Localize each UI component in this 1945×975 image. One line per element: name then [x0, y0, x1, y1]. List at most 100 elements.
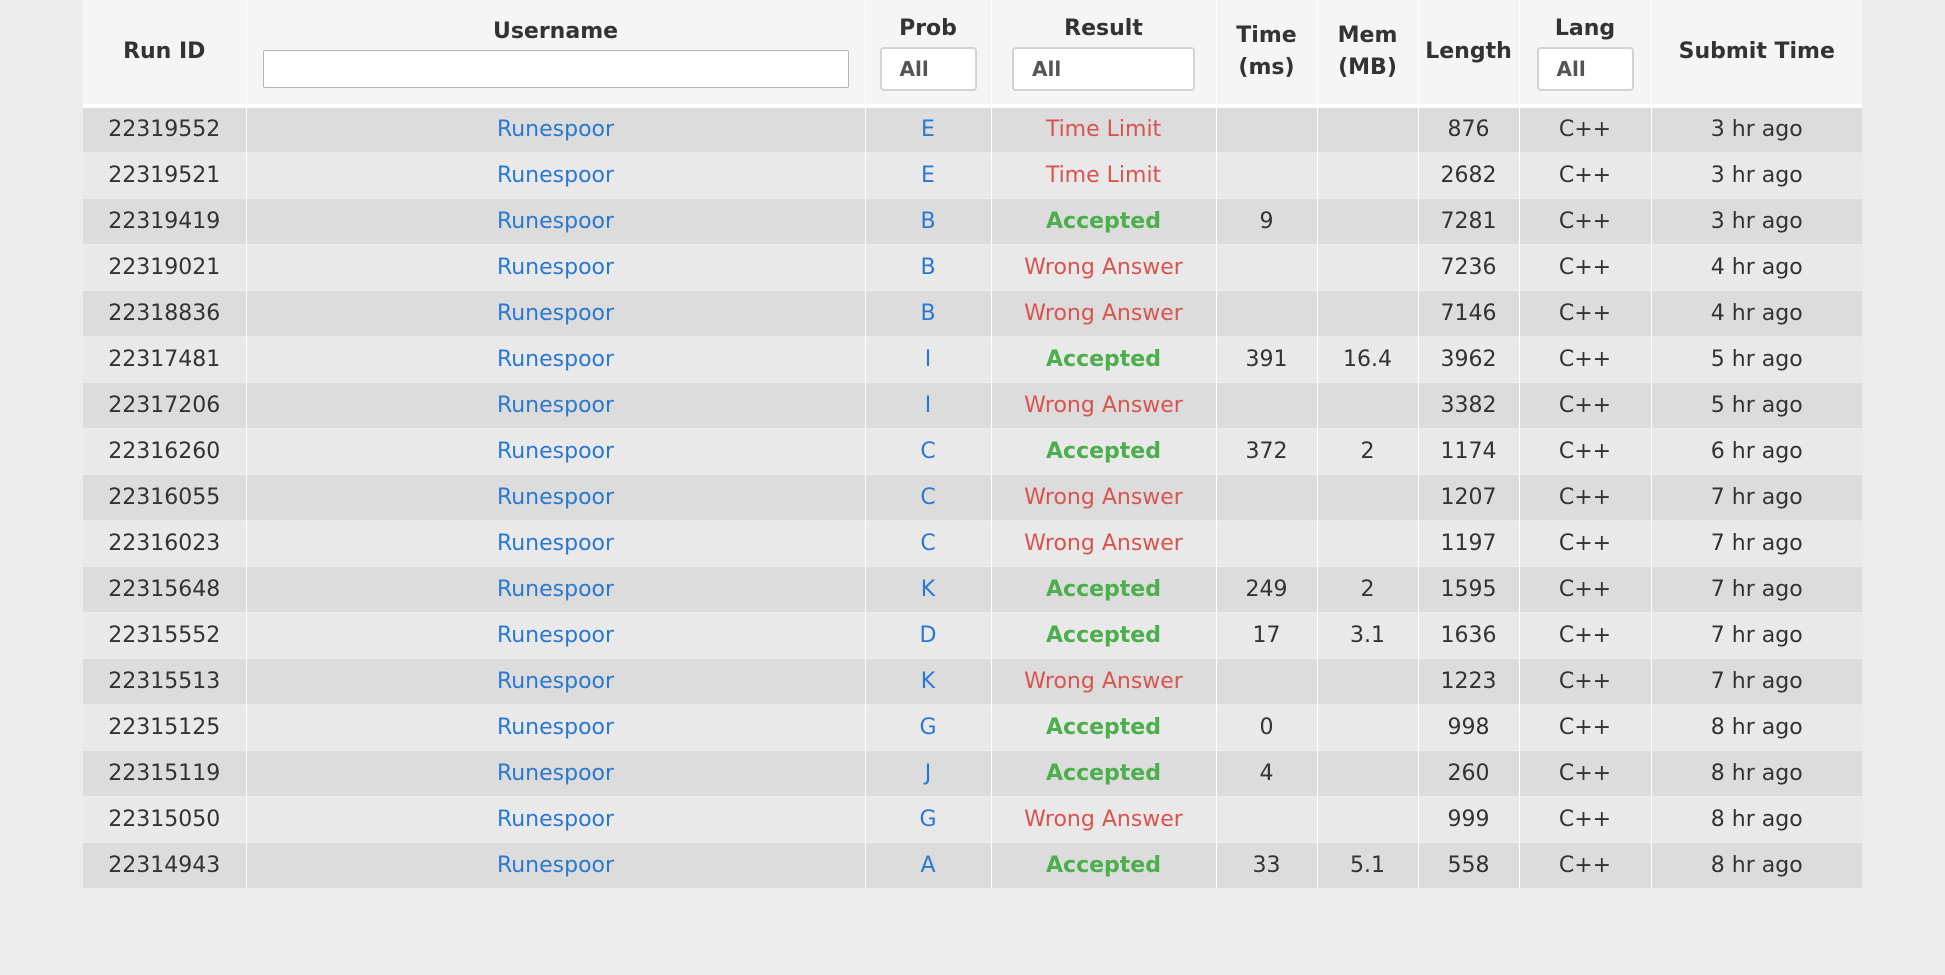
time-cell: 372	[1216, 428, 1318, 474]
lang-cell: C++	[1519, 382, 1652, 428]
problem-link[interactable]: E	[921, 117, 935, 142]
table-row: 22319521 Runespoor E Time Limit 2682 C++…	[83, 152, 1862, 198]
lang-filter-select[interactable]: All	[1536, 47, 1634, 91]
memory-cell	[1317, 796, 1419, 842]
run-id-cell: 22319021	[83, 244, 247, 290]
username-link[interactable]: Runespoor	[497, 853, 614, 878]
lang-cell: C++	[1519, 658, 1652, 704]
submit-time-cell: 4 hr ago	[1710, 300, 1803, 326]
username-link[interactable]: Runespoor	[497, 117, 614, 142]
username-link[interactable]: Runespoor	[497, 761, 614, 786]
problem-link[interactable]: G	[919, 715, 936, 740]
lang-cell: C++	[1519, 474, 1652, 520]
problem-link[interactable]: E	[921, 163, 935, 188]
problem-link[interactable]: B	[920, 255, 935, 280]
submit-time-cell: 4 hr ago	[1710, 254, 1803, 280]
table-row: 22316023 Runespoor C Wrong Answer 1197 C…	[83, 520, 1862, 566]
memory-cell: 16.4	[1317, 336, 1419, 382]
username-link[interactable]: Runespoor	[497, 255, 614, 280]
run-id-cell: 22316055	[83, 474, 247, 520]
length-cell: 1223	[1418, 658, 1520, 704]
username-link[interactable]: Runespoor	[497, 485, 614, 510]
username-link[interactable]: Runespoor	[497, 807, 614, 832]
problem-link[interactable]: K	[921, 577, 935, 602]
username-link[interactable]: Runespoor	[497, 301, 614, 326]
problem-link[interactable]: A	[920, 853, 935, 878]
run-id-cell: 22315050	[83, 796, 247, 842]
run-id-cell: 22315125	[83, 704, 247, 750]
username-link[interactable]: Runespoor	[497, 209, 614, 234]
length-cell: 3382	[1418, 382, 1520, 428]
time-cell: 33	[1216, 842, 1318, 888]
run-id-cell: 22316260	[83, 428, 247, 474]
problem-link[interactable]: J	[925, 761, 932, 786]
lang-cell: C++	[1519, 566, 1652, 612]
result-status: Time Limit	[1045, 117, 1162, 143]
submit-time-cell: 6 hr ago	[1710, 438, 1803, 464]
memory-cell	[1317, 704, 1419, 750]
header-mem-label: Mem	[1337, 23, 1398, 48]
header-mem-unit: (MB)	[1338, 55, 1397, 80]
header-time: Time (ms)	[1216, 0, 1318, 106]
problem-link[interactable]: C	[920, 439, 935, 464]
username-link[interactable]: Runespoor	[497, 163, 614, 188]
problem-link[interactable]: B	[920, 209, 935, 234]
status-table: Run ID Username Prob All Result All Time…	[83, 0, 1862, 889]
problem-link[interactable]: I	[925, 347, 932, 372]
run-id-cell: 22317206	[83, 382, 247, 428]
memory-cell	[1317, 382, 1419, 428]
table-row: 22315513 Runespoor K Wrong Answer 1223 C…	[83, 658, 1862, 704]
problem-link[interactable]: D	[920, 623, 937, 648]
username-link[interactable]: Runespoor	[497, 577, 614, 602]
run-id-cell: 22316023	[83, 520, 247, 566]
result-status: Accepted	[1046, 760, 1161, 786]
run-id-cell: 22315648	[83, 566, 247, 612]
time-cell	[1216, 106, 1318, 152]
length-cell: 7281	[1418, 198, 1520, 244]
run-id-cell: 22315552	[83, 612, 247, 658]
problem-link[interactable]: C	[920, 531, 935, 556]
time-cell	[1216, 290, 1318, 336]
username-link[interactable]: Runespoor	[497, 715, 614, 740]
submit-time-cell: 8 hr ago	[1710, 714, 1803, 740]
table-body: 22319552 Runespoor E Time Limit 876 C++ …	[83, 106, 1862, 888]
length-cell: 2682	[1418, 152, 1520, 198]
username-link[interactable]: Runespoor	[497, 439, 614, 464]
length-cell: 1207	[1418, 474, 1520, 520]
username-link[interactable]: Runespoor	[497, 623, 614, 648]
lang-cell: C++	[1519, 152, 1652, 198]
submit-time-cell: 8 hr ago	[1710, 806, 1803, 832]
problem-link[interactable]: C	[920, 485, 935, 510]
username-link[interactable]: Runespoor	[497, 531, 614, 556]
username-link[interactable]: Runespoor	[497, 347, 614, 372]
problem-link[interactable]: I	[925, 393, 932, 418]
memory-cell	[1317, 658, 1419, 704]
result-status: Accepted	[1046, 714, 1161, 740]
time-cell	[1216, 474, 1318, 520]
result-status: Wrong Answer	[1024, 668, 1183, 694]
submit-time-cell: 5 hr ago	[1710, 346, 1803, 372]
time-cell: 9	[1216, 198, 1318, 244]
submit-time-cell: 5 hr ago	[1710, 392, 1803, 418]
username-link[interactable]: Runespoor	[497, 393, 614, 418]
time-cell	[1216, 152, 1318, 198]
memory-cell	[1317, 106, 1419, 152]
time-cell: 249	[1216, 566, 1318, 612]
run-id-cell: 22319419	[83, 198, 247, 244]
memory-cell: 2	[1317, 428, 1419, 474]
table-row: 22315050 Runespoor G Wrong Answer 999 C+…	[83, 796, 1862, 842]
result-filter-select[interactable]: All	[1012, 47, 1195, 91]
problem-link[interactable]: G	[919, 807, 936, 832]
run-id-cell: 22319521	[83, 152, 247, 198]
submit-time-cell: 8 hr ago	[1710, 852, 1803, 878]
length-cell: 998	[1418, 704, 1520, 750]
username-filter-input[interactable]	[262, 50, 849, 88]
table-row: 22315119 Runespoor J Accepted 4 260 C++ …	[83, 750, 1862, 796]
prob-filter-select[interactable]: All	[879, 47, 977, 91]
username-link[interactable]: Runespoor	[497, 669, 614, 694]
result-status: Accepted	[1046, 852, 1161, 878]
problem-link[interactable]: B	[920, 301, 935, 326]
problem-link[interactable]: K	[921, 669, 935, 694]
result-status: Wrong Answer	[1024, 392, 1183, 418]
result-status: Time Limit	[1045, 162, 1162, 188]
